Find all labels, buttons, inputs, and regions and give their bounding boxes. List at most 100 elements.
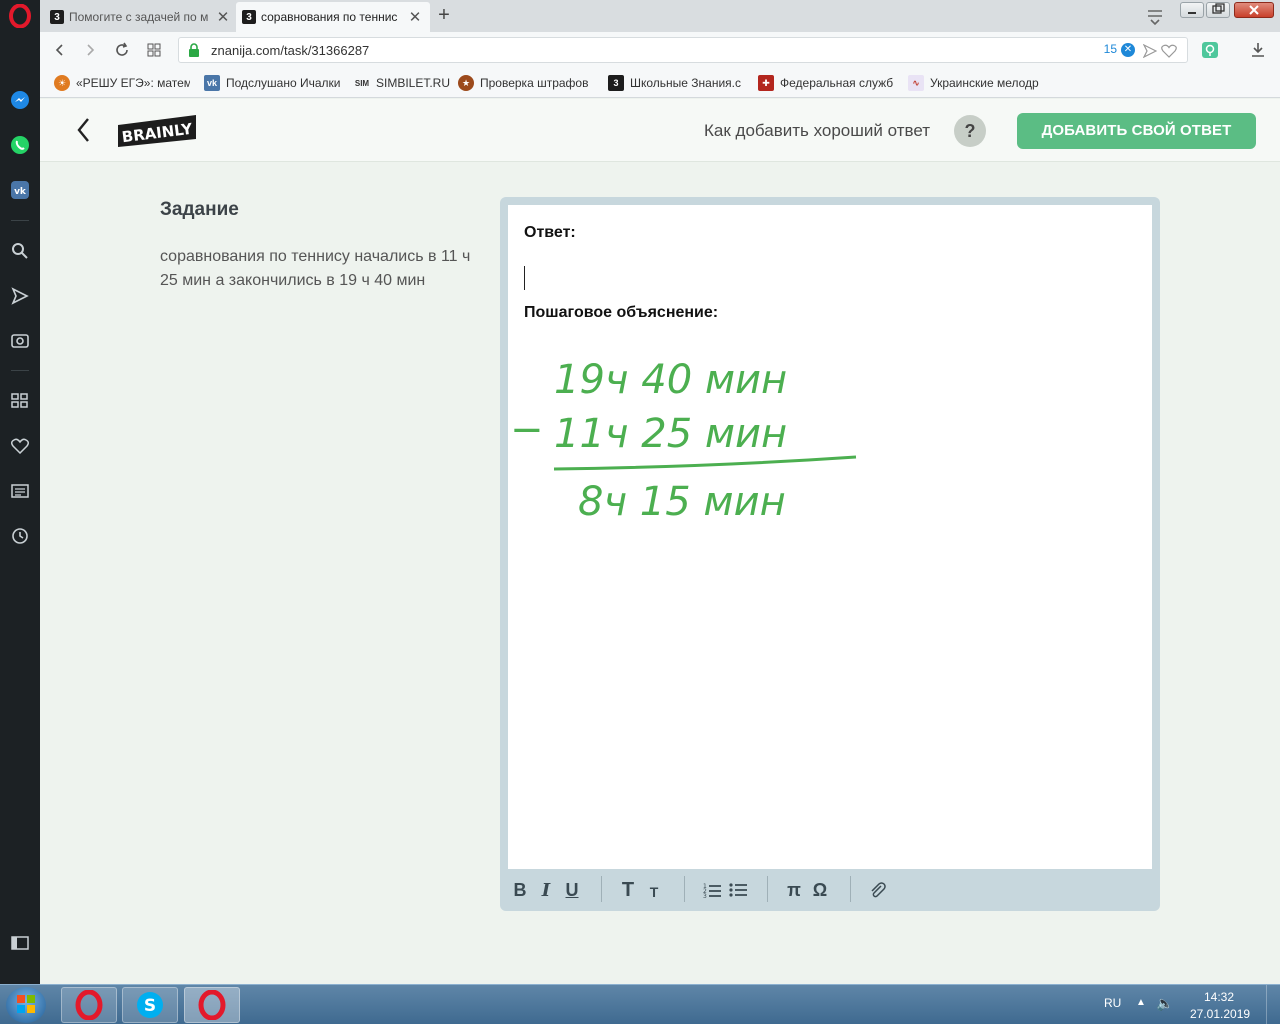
- page-content: BRAINLY Как добавить хороший ответ ? ДОБ…: [40, 99, 1280, 984]
- heading-large-button[interactable]: T: [618, 878, 638, 902]
- tab-title: Помогите с задачей по м: [69, 10, 209, 24]
- tab-help-task[interactable]: 3 Помогите с задачей по м ✕: [44, 2, 238, 32]
- clock-time[interactable]: 14:32: [1204, 990, 1234, 1004]
- messenger-icon[interactable]: [8, 88, 32, 112]
- pi-button[interactable]: π: [784, 878, 804, 902]
- start-button[interactable]: [6, 987, 46, 1023]
- bookmark-fed-service[interactable]: ✚ Федеральная служб: [758, 74, 898, 92]
- forward-icon[interactable]: [78, 38, 102, 62]
- fed-service-icon: ✚: [758, 75, 774, 91]
- znanija-favicon-icon: 3: [50, 10, 64, 24]
- taskbar-skype-button[interactable]: S: [122, 987, 178, 1023]
- svg-text:3: 3: [703, 893, 707, 898]
- svg-text:S: S: [144, 996, 156, 1016]
- taskbar-opera-active-button[interactable]: [184, 987, 240, 1023]
- tab-title: сорaвнования по теннис: [261, 10, 398, 24]
- toolbar-divider: [767, 876, 768, 902]
- heading-small-button[interactable]: T: [646, 878, 662, 902]
- send-icon[interactable]: [8, 284, 32, 308]
- task-heading: Задание: [160, 199, 239, 220]
- reload-icon[interactable]: [110, 38, 134, 62]
- heart-icon[interactable]: [8, 434, 32, 458]
- how-to-answer-link[interactable]: Как добавить хороший ответ: [704, 121, 930, 141]
- hw-line-1: 19ч 40 мин: [554, 357, 787, 403]
- bookmarks-bar: ☀ «РЕШУ ЕГЭ»: матема vk Подслушано Ичалк…: [40, 68, 1280, 98]
- extension-icon[interactable]: [1198, 38, 1222, 62]
- tray-expand-icon[interactable]: ▲: [1136, 997, 1146, 1008]
- task-text: сорaвнования по теннису начались в 11 ч …: [160, 248, 471, 289]
- bookmark-podslushano[interactable]: vk Подслушано Ичалки: [204, 74, 344, 92]
- close-window-button[interactable]: [1234, 2, 1274, 18]
- help-icon[interactable]: ?: [954, 115, 986, 147]
- bullet-list-icon[interactable]: [728, 878, 748, 902]
- bookmark-ukr-melody[interactable]: ∿ Украинские мелодр: [908, 74, 1044, 92]
- add-answer-button[interactable]: ДОБАВИТЬ СВОЙ ОТВЕТ: [1017, 113, 1256, 149]
- toolbar-divider: [850, 876, 851, 902]
- sidebar-toggle-icon[interactable]: [8, 931, 32, 955]
- close-tab-icon[interactable]: ✕: [408, 8, 422, 26]
- editor-area[interactable]: Ответ: Пошаговое объяснение: 19ч 40 мин …: [508, 205, 1152, 869]
- explanation-label: Пошаговое объяснение:: [524, 304, 719, 321]
- language-indicator[interactable]: RU: [1104, 996, 1121, 1010]
- lock-icon: [189, 43, 199, 57]
- bookmark-heart-icon[interactable]: [1161, 44, 1177, 58]
- sim-icon: SIM: [354, 78, 370, 88]
- editor-toolbar: B I U T T 123 π Ω: [508, 873, 1152, 907]
- taskbar-opera-button[interactable]: [61, 987, 117, 1023]
- reshu-ege-icon: ☀: [54, 75, 70, 91]
- handwritten-solution-image: 19ч 40 мин − 11ч 25 мин 8ч 15 мин: [510, 357, 857, 525]
- vk-icon[interactable]: vk: [8, 178, 32, 202]
- tab-tennis-task[interactable]: 3 сорaвнования по теннис ✕: [236, 2, 430, 32]
- znanija-favicon-icon: 3: [242, 10, 256, 24]
- sidebar-divider: [11, 370, 29, 371]
- windows-taskbar: S RU ▲ 🔈 14:32 27.01.2019: [0, 984, 1280, 1024]
- hw-line-2: 11ч 25 мин: [554, 411, 787, 457]
- brainly-logo[interactable]: BRAINLY: [116, 113, 198, 149]
- bookmark-simbilet[interactable]: SIM SIMBILET.RU: [354, 74, 454, 92]
- italic-button[interactable]: I: [536, 878, 556, 902]
- speed-dial-icon[interactable]: [8, 389, 32, 413]
- bookmark-reshu-ege[interactable]: ☀ «РЕШУ ЕГЭ»: матема: [54, 74, 190, 92]
- vpn-badge-icon[interactable]: ✕: [1121, 43, 1135, 57]
- whatsapp-icon[interactable]: [8, 133, 32, 157]
- browser-sidebar: vk: [0, 0, 40, 984]
- opera-logo-icon[interactable]: [8, 4, 32, 28]
- history-icon[interactable]: [8, 524, 32, 548]
- ordered-list-icon[interactable]: 123: [702, 878, 722, 902]
- share-send-icon[interactable]: [1143, 44, 1157, 58]
- url-field[interactable]: znanija.com/task/31366287 15 ✕: [178, 37, 1188, 63]
- address-bar-row: znanija.com/task/31366287 15 ✕: [40, 32, 1280, 68]
- bold-button[interactable]: B: [510, 878, 530, 902]
- bookmark-shtrafy[interactable]: ★ Проверка штрафов: [458, 74, 592, 92]
- minimize-button[interactable]: [1180, 2, 1204, 18]
- tab-menu-icon[interactable]: [1144, 6, 1166, 26]
- restore-button[interactable]: [1206, 2, 1230, 18]
- answer-label: Ответ:: [524, 224, 576, 241]
- download-icon[interactable]: [1246, 38, 1270, 62]
- back-icon[interactable]: [48, 38, 72, 62]
- show-desktop-button[interactable]: [1266, 985, 1280, 1024]
- url-text: znanija.com/task/31366287: [211, 42, 370, 58]
- camera-icon[interactable]: [8, 328, 32, 352]
- clock-date[interactable]: 27.01.2019: [1190, 1007, 1250, 1021]
- svg-text:vk: vk: [14, 187, 27, 197]
- speaker-icon[interactable]: 🔈: [1156, 995, 1173, 1012]
- news-icon[interactable]: [8, 479, 32, 503]
- new-tab-button[interactable]: +: [432, 4, 456, 28]
- close-tab-icon[interactable]: ✕: [216, 8, 230, 26]
- ukr-melody-icon: ∿: [908, 75, 924, 91]
- omega-button[interactable]: Ω: [810, 878, 830, 902]
- underline-button[interactable]: U: [562, 878, 582, 902]
- bookmark-znanija[interactable]: 3 Школьные Знания.с: [608, 74, 746, 92]
- answer-editor: Ответ: Пошаговое объяснение: 19ч 40 мин …: [500, 197, 1160, 911]
- search-icon[interactable]: [8, 239, 32, 263]
- back-arrow-icon[interactable]: [74, 115, 94, 145]
- brainly-header: BRAINLY Как добавить хороший ответ ? ДОБ…: [40, 99, 1280, 162]
- hw-result: 8ч 15 мин: [578, 479, 786, 525]
- tabs-grid-icon[interactable]: [142, 38, 166, 62]
- hw-minus: −: [510, 407, 544, 453]
- toolbar-divider: [684, 876, 685, 902]
- tab-strip: 3 Помогите с задачей по м ✕ 3 сорaвнован…: [40, 0, 1280, 32]
- vk-icon: vk: [204, 75, 220, 91]
- attachment-icon[interactable]: [868, 878, 888, 902]
